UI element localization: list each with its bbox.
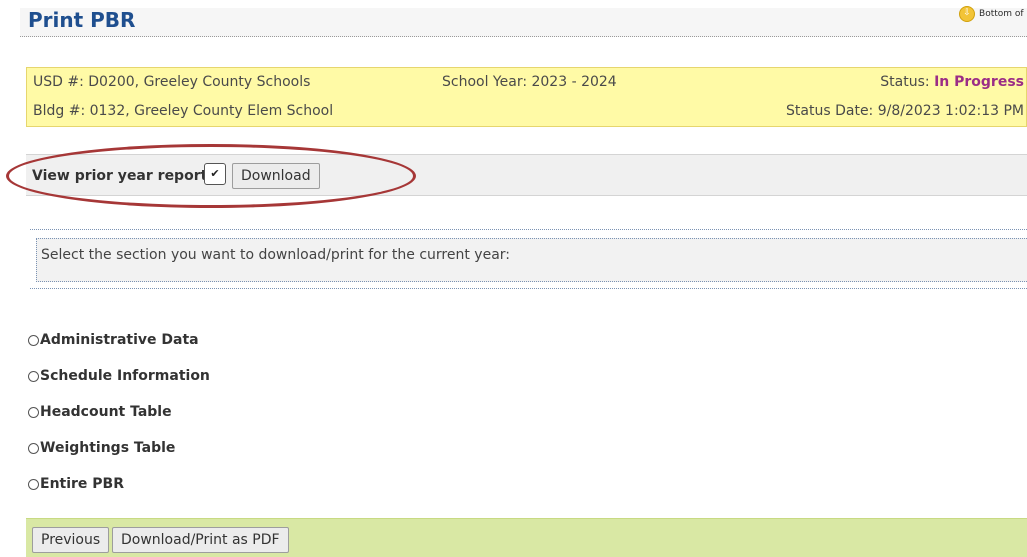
chevron-down-icon: ✔ bbox=[210, 167, 220, 180]
download-button[interactable]: Download bbox=[232, 163, 320, 189]
radio-entire-pbr[interactable]: Entire PBR bbox=[28, 466, 210, 502]
section-prompt-inner: Select the section you want to download/… bbox=[36, 238, 1027, 282]
status-date: Status Date: 9/8/2023 1:02:13 PM bbox=[786, 103, 1024, 119]
radio-label: Entire PBR bbox=[40, 476, 125, 492]
radio-label: Schedule Information bbox=[40, 368, 210, 384]
down-arrow-circle-icon: ⇩ bbox=[959, 6, 976, 22]
download-print-pdf-button[interactable]: Download/Print as PDF bbox=[112, 527, 289, 553]
prior-year-panel: View prior year report: ✔ Download bbox=[26, 154, 1027, 196]
status-field: Status: In Progress bbox=[880, 74, 1024, 90]
radio-administrative-data[interactable]: Administrative Data bbox=[28, 322, 210, 358]
footer-bar: Previous Download/Print as PDF bbox=[26, 518, 1027, 557]
bldg-info: Bldg #: 0132, Greeley County Elem School bbox=[33, 103, 334, 119]
radio-label: Administrative Data bbox=[40, 332, 199, 348]
radio-unchecked-icon[interactable] bbox=[28, 442, 39, 454]
status-label: Status: bbox=[880, 74, 935, 90]
radio-unchecked-icon[interactable] bbox=[28, 370, 39, 382]
radio-unchecked-icon[interactable] bbox=[28, 334, 39, 346]
radio-label: Headcount Table bbox=[40, 404, 172, 420]
radio-schedule-information[interactable]: Schedule Information bbox=[28, 358, 210, 394]
section-radio-list: Administrative Data Schedule Information… bbox=[28, 322, 210, 502]
info-box: USD #: D0200, Greeley County Schools Sch… bbox=[26, 67, 1027, 127]
bottom-of-page-label: Bottom of Pa bbox=[979, 9, 1027, 19]
radio-unchecked-icon[interactable] bbox=[28, 478, 39, 490]
school-year: School Year: 2023 - 2024 bbox=[442, 74, 617, 90]
radio-label: Weightings Table bbox=[40, 440, 176, 456]
prior-year-select[interactable]: ✔ bbox=[204, 163, 226, 185]
radio-headcount-table[interactable]: Headcount Table bbox=[28, 394, 210, 430]
title-bar: Print PBR ⇩ Bottom of Pa bbox=[20, 6, 1027, 37]
usd-info: USD #: D0200, Greeley County Schools bbox=[33, 74, 311, 90]
status-badge: In Progress bbox=[934, 74, 1024, 90]
section-prompt: Select the section you want to download/… bbox=[41, 247, 510, 263]
page-title: Print PBR bbox=[28, 8, 136, 32]
radio-weightings-table[interactable]: Weightings Table bbox=[28, 430, 210, 466]
radio-unchecked-icon[interactable] bbox=[28, 406, 39, 418]
previous-button[interactable]: Previous bbox=[32, 527, 110, 553]
section-prompt-box: Select the section you want to download/… bbox=[30, 229, 1027, 289]
bottom-of-page-link[interactable]: ⇩ Bottom of Pa bbox=[959, 6, 1027, 22]
prior-year-label: View prior year report: bbox=[32, 168, 213, 184]
